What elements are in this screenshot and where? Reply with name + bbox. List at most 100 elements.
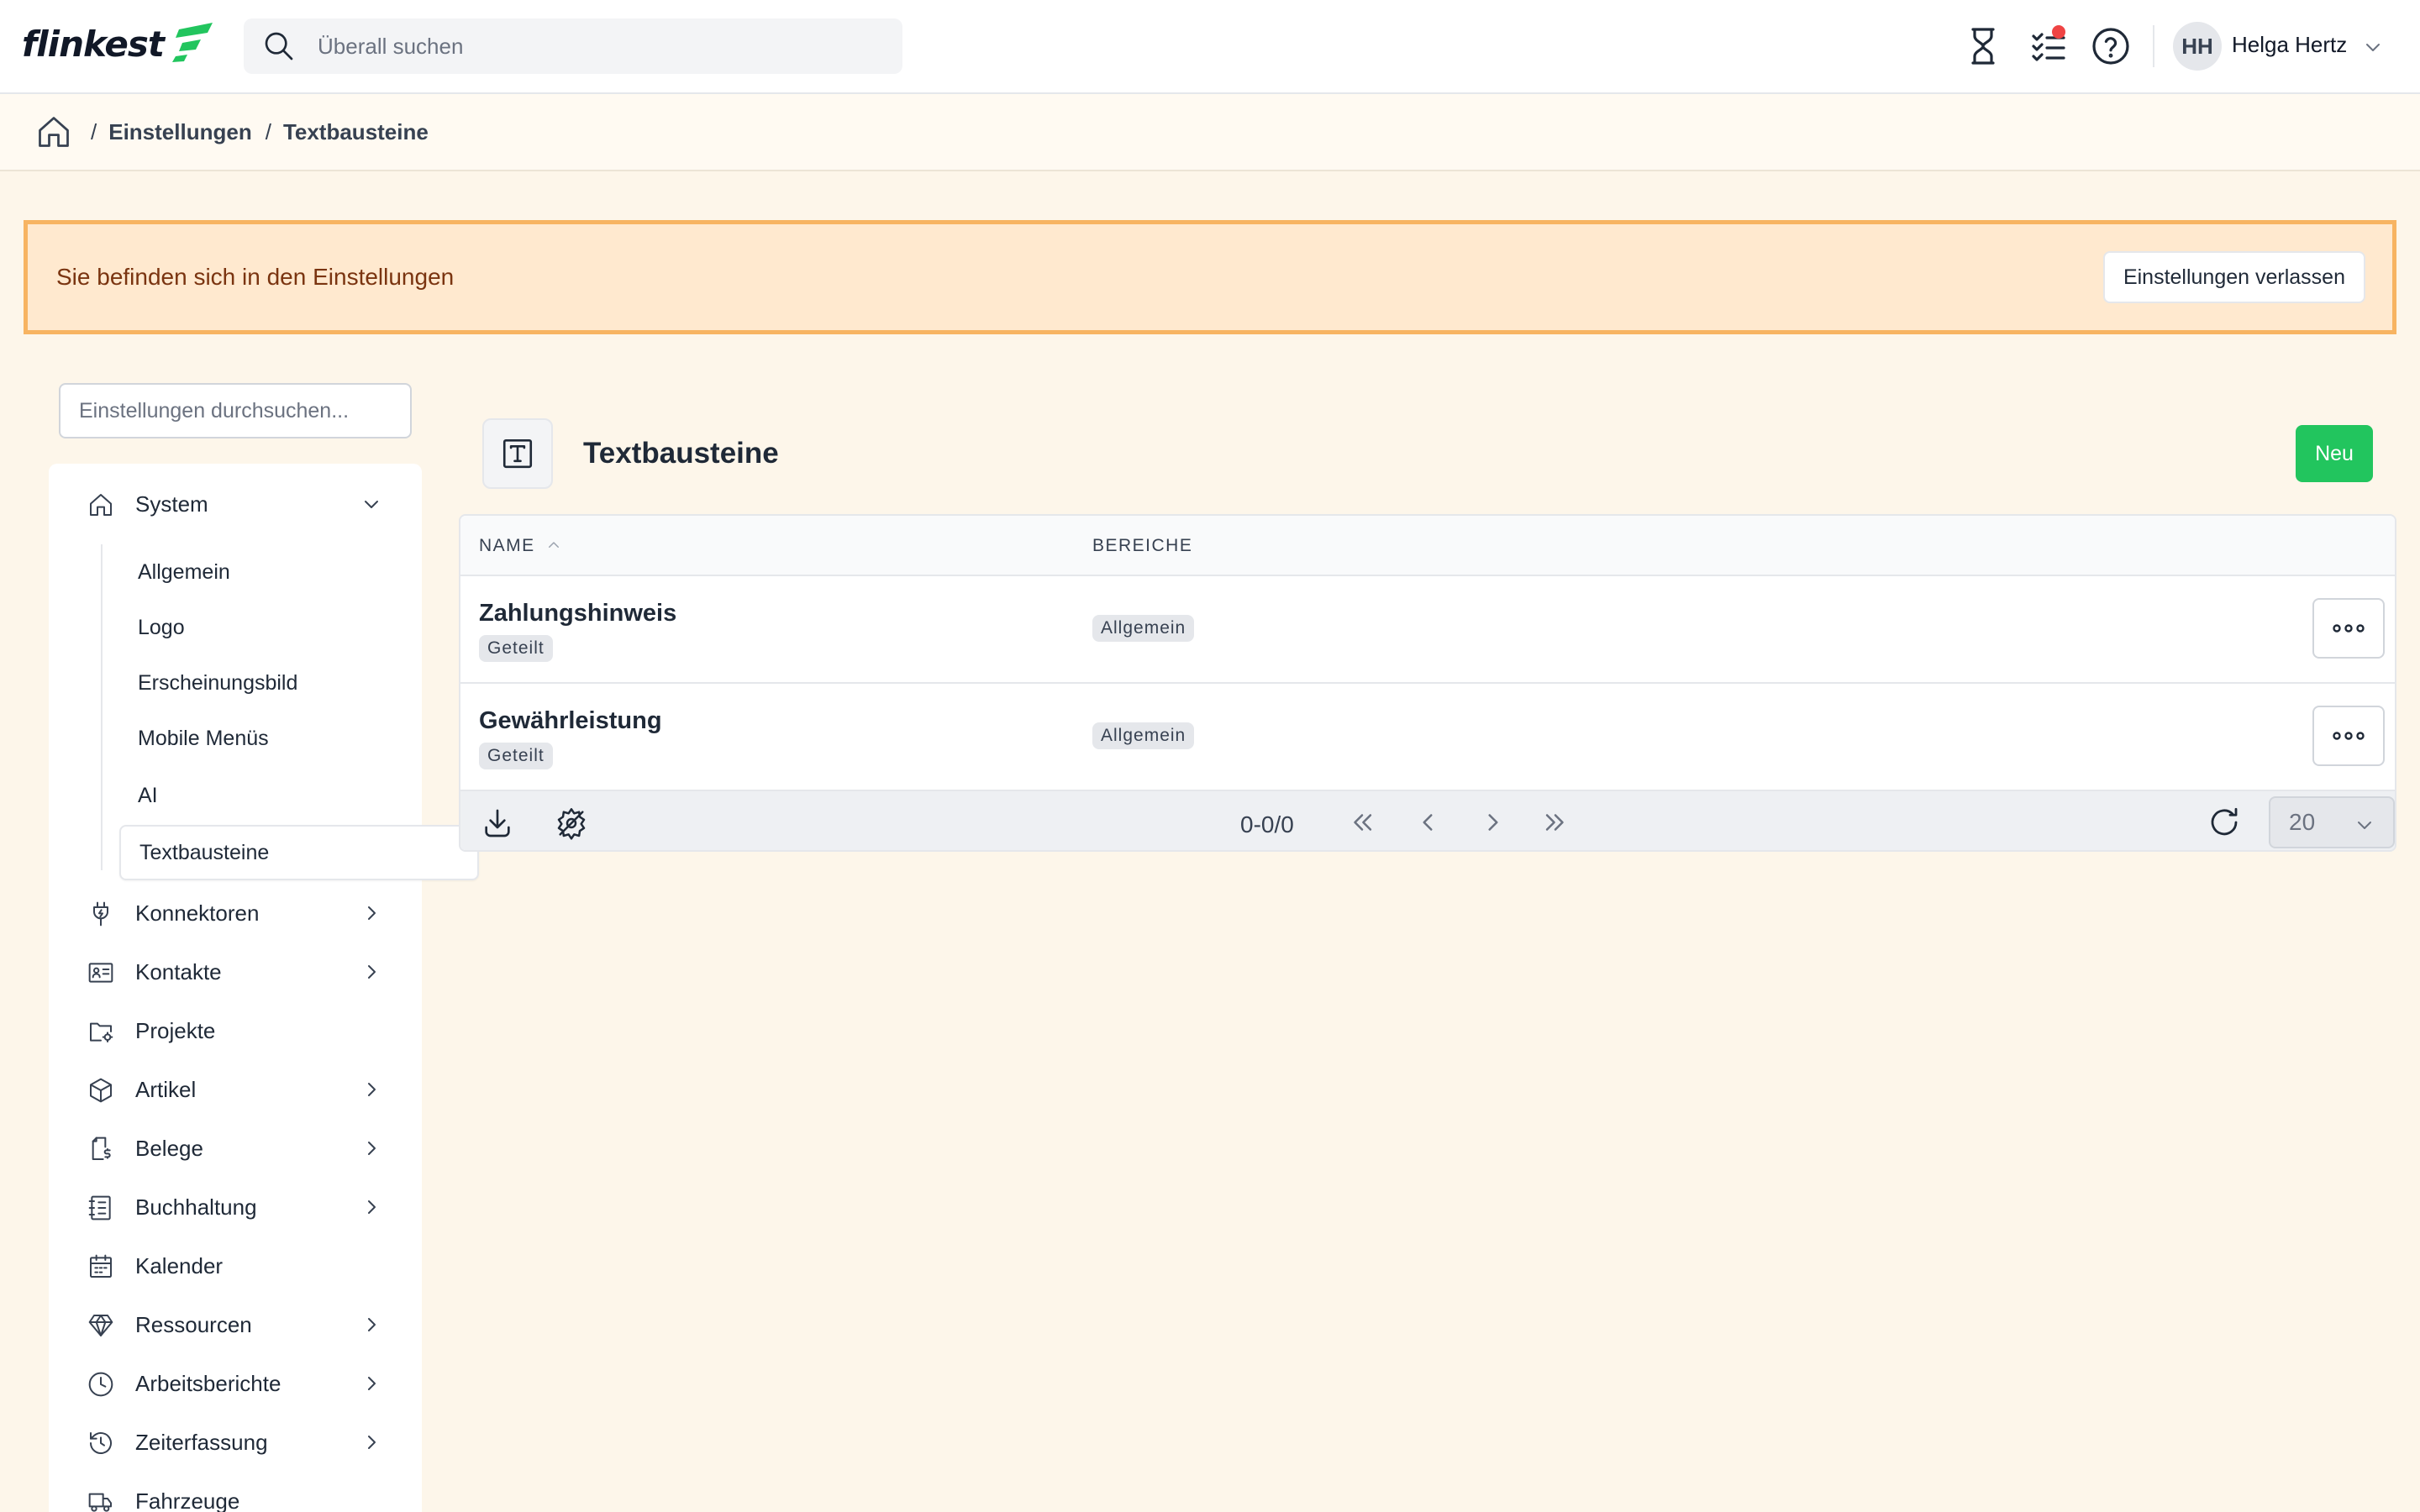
sidebar-item-kontakte[interactable]: Kontakte <box>49 948 422 995</box>
breadcrumb: / Einstellungen / Textbausteine <box>0 94 2420 171</box>
settings-search-input[interactable] <box>79 398 407 423</box>
page-size-value: 20 <box>2289 809 2316 835</box>
chevron-right-icon <box>368 906 376 920</box>
sidebar-subitem-mobile-menus[interactable]: Mobile Menüs <box>138 727 269 751</box>
top-bar: flinkest HH Helga Hertz <box>0 0 2420 94</box>
row-name[interactable]: Gewährleistung <box>479 707 662 735</box>
sidebar-item-buchhaltung[interactable]: Buchhaltung <box>49 1184 422 1231</box>
page-title-icon <box>482 418 553 489</box>
history-icon <box>90 1432 112 1454</box>
more-horizontal-icon <box>2333 732 2365 740</box>
sidebar-subitem-logo[interactable]: Logo <box>138 616 185 640</box>
text-block-icon <box>502 438 533 469</box>
previous-page-icon[interactable] <box>1413 808 1442 837</box>
topbar-divider <box>2153 25 2154 67</box>
chevron-right-icon <box>368 1377 376 1390</box>
sidebar-item-label: Kalender <box>135 1252 224 1278</box>
bereich-badge: Allgemein <box>1092 615 1195 642</box>
breadcrumb-current[interactable]: Textbausteine <box>283 119 429 145</box>
last-page-icon[interactable] <box>1541 808 1570 837</box>
cube-icon <box>90 1078 112 1103</box>
sidebar-item-label: Fahrzeuge <box>135 1488 240 1512</box>
hourglass-icon[interactable] <box>1963 26 2003 66</box>
table-header: NAME BEREICHE <box>460 516 2395 576</box>
sort-ascending-icon[interactable] <box>546 538 561 553</box>
notification-dot <box>2052 25 2065 39</box>
breadcrumb-separator: / <box>91 118 97 144</box>
sidebar-item-label: System <box>135 491 208 517</box>
sidebar-item-label: Zeiterfassung <box>135 1429 268 1455</box>
sidebar-item-ressourcen[interactable]: Ressourcen <box>49 1301 422 1348</box>
submenu-guide-line <box>101 544 103 870</box>
calendar-icon <box>90 1254 112 1278</box>
logo-text: flinkest <box>22 24 165 65</box>
sidebar-item-zeiterfassung[interactable]: Zeiterfassung <box>49 1419 422 1466</box>
bereich-badge: Allgemein <box>1092 722 1195 749</box>
sidebar-item-projekte[interactable]: Projekte <box>49 1007 422 1054</box>
row-actions-button[interactable] <box>2312 706 2385 766</box>
settings-gear-icon[interactable] <box>555 806 588 840</box>
home-icon <box>90 494 112 516</box>
logo-mark-icon <box>171 22 213 62</box>
truck-icon <box>88 1493 112 1512</box>
sidebar-item-label: Ressourcen <box>135 1311 252 1337</box>
sidebar-item-kalender[interactable]: Kalender <box>49 1242 422 1289</box>
chevron-right-icon <box>368 1200 376 1214</box>
sidebar-item-label: Arbeitsberichte <box>135 1370 281 1396</box>
user-name[interactable]: Helga Hertz <box>2232 32 2347 58</box>
sidebar-subitem-erscheinungsbild[interactable]: Erscheinungsbild <box>138 671 297 696</box>
sidebar-item-label: Konnektoren <box>135 900 260 926</box>
row-actions-button[interactable] <box>2312 598 2385 659</box>
download-icon[interactable] <box>481 806 514 840</box>
table-row[interactable]: Gewährleistung Geteilt Allgemein <box>460 684 2395 791</box>
sidebar-item-system[interactable]: System <box>49 480 422 528</box>
leave-settings-button[interactable]: Einstellungen verlassen <box>2102 251 2365 303</box>
chevron-right-icon <box>368 1318 376 1331</box>
global-search[interactable] <box>244 18 902 74</box>
sidebar-item-artikel[interactable]: Artikel <box>49 1066 422 1113</box>
home-icon[interactable] <box>35 113 72 150</box>
breadcrumb-settings[interactable]: Einstellungen <box>108 119 251 145</box>
first-page-icon[interactable] <box>1348 808 1376 837</box>
global-search-input[interactable] <box>318 33 822 60</box>
plug-icon <box>93 901 108 927</box>
page-size-select[interactable]: 20 <box>2269 796 2395 848</box>
settings-sidebar: System Allgemein Logo Erscheinungsbild M… <box>49 464 479 1512</box>
banner-text: Sie befinden sich in den Einstellungen <box>56 264 455 290</box>
sidebar-subitem-textbausteine[interactable]: Textbausteine <box>119 825 479 880</box>
sidebar-item-label: Belege <box>135 1135 203 1161</box>
ledger-icon <box>88 1195 111 1221</box>
sidebar-item-belege[interactable]: Belege <box>49 1125 422 1172</box>
settings-search[interactable] <box>59 383 412 438</box>
folder-gear-icon <box>90 1022 113 1042</box>
shared-badge: Geteilt <box>479 635 553 662</box>
sidebar-subitem-allgemein[interactable]: Allgemein <box>138 560 230 585</box>
refresh-icon[interactable] <box>2207 805 2242 840</box>
column-header-name[interactable]: NAME <box>479 536 535 556</box>
chevron-right-icon <box>368 1083 376 1096</box>
gem-icon <box>88 1315 113 1336</box>
settings-banner: Sie befinden sich in den Einstellungen E… <box>24 220 2396 334</box>
chevron-down-icon[interactable] <box>2363 37 2383 57</box>
table-row[interactable]: Zahlungshinweis Geteilt Allgemein <box>460 576 2395 684</box>
sidebar-subitem-ai[interactable]: AI <box>138 784 158 808</box>
next-page-icon[interactable] <box>1479 808 1507 837</box>
sidebar-item-label: Artikel <box>135 1076 197 1102</box>
breadcrumb-separator: / <box>265 118 271 144</box>
more-horizontal-icon <box>2333 624 2365 633</box>
sidebar-item-konnektoren[interactable]: Konnektoren <box>49 890 422 937</box>
chevron-down-icon <box>2358 822 2371 829</box>
table-footer: 0-0/0 20 <box>460 791 2395 850</box>
chevron-down-icon <box>365 501 378 508</box>
avatar[interactable]: HH <box>2173 22 2222 71</box>
app-logo[interactable]: flinkest <box>22 22 214 65</box>
sidebar-item-fahrzeuge[interactable]: Fahrzeuge <box>49 1478 422 1512</box>
receipt-icon <box>92 1137 111 1160</box>
sidebar-item-arbeitsberichte[interactable]: Arbeitsberichte <box>49 1360 422 1407</box>
chevron-right-icon <box>368 965 376 979</box>
new-button[interactable]: Neu <box>2296 425 2373 482</box>
contact-card-icon <box>88 963 113 983</box>
chevron-right-icon <box>368 1436 376 1449</box>
row-name[interactable]: Zahlungshinweis <box>479 600 676 627</box>
help-icon[interactable] <box>2091 26 2131 66</box>
